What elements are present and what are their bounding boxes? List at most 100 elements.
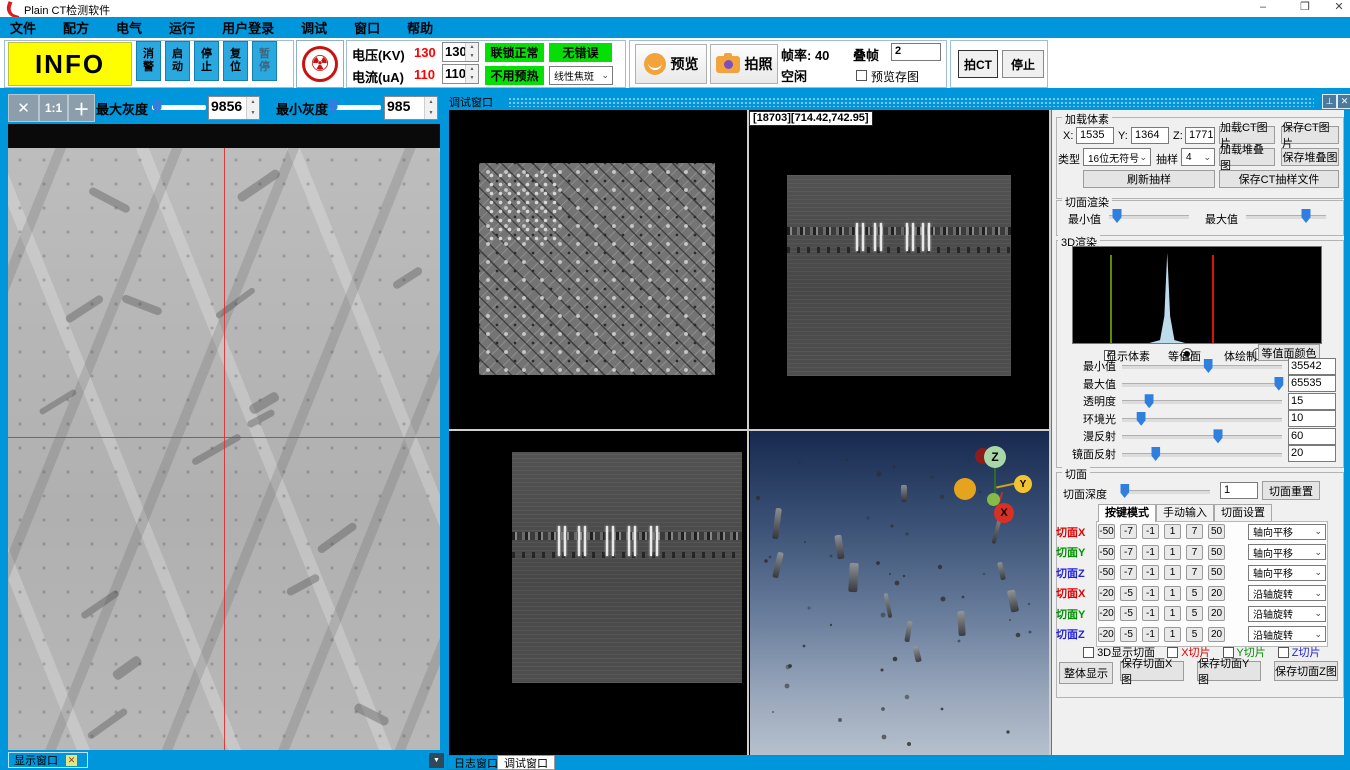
pin-icon[interactable]: ⊥	[1322, 94, 1337, 109]
step-button-slice-z-move-4[interactable]: 7	[1186, 565, 1203, 580]
mode-select-slice-y-rotate[interactable]: 沿轴旋转	[1248, 606, 1326, 622]
sample-rate-select[interactable]: 4	[1181, 148, 1215, 166]
spinner-arrows[interactable]	[246, 97, 259, 119]
slice-depth-input[interactable]: 1	[1220, 482, 1258, 499]
x-size-input[interactable]: 1535	[1076, 127, 1114, 144]
menu-item-run[interactable]: 运行	[169, 18, 195, 37]
step-button-slice-x-move-5[interactable]: 50	[1208, 524, 1225, 539]
slider-max-value[interactable]	[1122, 377, 1282, 391]
step-button-slice-x-move-1[interactable]: -7	[1120, 524, 1137, 539]
tab-close-icon[interactable]: ✕	[66, 755, 77, 766]
menu-item-file[interactable]: 文件	[10, 18, 36, 37]
step-button-slice-y-move-1[interactable]: -7	[1120, 545, 1137, 560]
spin-up-icon[interactable]	[247, 97, 259, 108]
focus-mode-select[interactable]: 线性焦斑	[549, 66, 613, 85]
spin-up-icon[interactable]	[466, 43, 478, 52]
slider-diffuse[interactable]	[1122, 429, 1282, 443]
reset-button[interactable]: 复位	[223, 41, 248, 81]
axis-y-handle[interactable]: Y	[1014, 475, 1032, 493]
menu-item-help[interactable]: 帮助	[407, 18, 433, 37]
step-button-slice-y-move-0[interactable]: -50	[1098, 545, 1115, 560]
axis-z-handle[interactable]: Z	[984, 446, 1006, 468]
slice-depth-slider[interactable]	[1116, 484, 1216, 498]
show-all-button[interactable]: 整体显示	[1059, 662, 1113, 684]
step-button-slice-y-move-3[interactable]: 1	[1164, 545, 1181, 560]
step-button-slice-z-move-0[interactable]: -50	[1098, 565, 1115, 580]
spin-down-icon[interactable]	[466, 74, 478, 83]
histogram-max-marker[interactable]	[1212, 255, 1214, 343]
menu-item-recipe[interactable]: 配方	[63, 18, 89, 37]
refresh-sample-button[interactable]: 刷新抽样	[1083, 170, 1215, 188]
save-stack-button[interactable]: 保存堆叠图	[1281, 148, 1339, 166]
step-button-slice-x-move-0[interactable]: -50	[1098, 524, 1115, 539]
save-ct-image-button[interactable]: 保存CT图片	[1281, 126, 1339, 144]
max-gray-slider[interactable]	[152, 96, 206, 120]
clear-alarm-button[interactable]: 消警	[136, 41, 161, 81]
stop-machine-button[interactable]: 停止	[194, 41, 219, 81]
slider-value-min-value[interactable]: 35542	[1288, 358, 1336, 375]
step-button-slice-x-move-3[interactable]: 1	[1164, 524, 1181, 539]
step-button-slice-y-move-5[interactable]: 50	[1208, 545, 1225, 560]
preview-button[interactable]: 预览	[635, 44, 707, 84]
slider-thumb[interactable]	[153, 99, 162, 114]
volume-3d-view[interactable]: Z Y X	[750, 431, 1050, 755]
slider-thumb[interactable]	[1302, 209, 1311, 223]
slider-min-value[interactable]	[1122, 359, 1282, 373]
slice-reset-button[interactable]: 切面重置	[1262, 481, 1320, 500]
step-button-slice-x-rotate-5[interactable]: 20	[1208, 586, 1225, 601]
mode-select-slice-x-rotate[interactable]: 沿轴旋转	[1248, 585, 1326, 601]
menu-item-debug[interactable]: 调试	[301, 18, 327, 37]
mode-select-slice-y-move[interactable]: 轴向平移	[1248, 544, 1326, 560]
transfer-function-histogram[interactable]	[1072, 246, 1322, 344]
fit-view-icon[interactable]: ✕	[8, 94, 39, 122]
spinner-arrows[interactable]	[424, 97, 437, 119]
step-button-slice-y-move-4[interactable]: 7	[1186, 545, 1203, 560]
slider-thumb[interactable]	[1274, 377, 1283, 391]
slider-value-max-value[interactable]: 65535	[1288, 375, 1336, 392]
slider-ambient-light[interactable]	[1122, 412, 1282, 426]
spin-down-icon[interactable]	[466, 52, 478, 61]
spin-down-icon[interactable]	[425, 108, 437, 119]
slider-thumb[interactable]	[1113, 209, 1122, 223]
one-to-one-zoom-button[interactable]: 1:1	[39, 94, 68, 122]
y-size-input[interactable]: 1364	[1131, 127, 1169, 144]
tab-key-mode[interactable]: 按键模式	[1098, 504, 1156, 522]
photo-button[interactable]: 拍照	[710, 44, 778, 84]
crosshair-icon[interactable]: ＋	[68, 94, 95, 122]
step-button-slice-x-move-2[interactable]: -1	[1142, 524, 1159, 539]
stack-frames-input[interactable]: 2	[891, 43, 941, 61]
spinner-arrows[interactable]	[465, 65, 478, 83]
slider-specular[interactable]	[1122, 447, 1282, 461]
preview-save-checkbox[interactable]	[856, 70, 867, 81]
step-button-slice-x-rotate-4[interactable]: 5	[1186, 586, 1203, 601]
menu-item-electrical[interactable]: 电气	[116, 18, 142, 37]
start-button[interactable]: 启动	[165, 41, 190, 81]
save-slice-z-button[interactable]: 保存切面Z图	[1274, 661, 1338, 681]
axis-x-handle[interactable]: X	[994, 503, 1014, 523]
mode-select-slice-z-move[interactable]: 轴向平移	[1248, 565, 1326, 581]
slice-render-min-slider[interactable]	[1103, 209, 1195, 223]
ct-slice-xz-view[interactable]	[787, 175, 1011, 376]
slider-value-diffuse[interactable]: 60	[1288, 428, 1336, 445]
slider-thumb[interactable]	[1151, 447, 1160, 461]
spinner-arrows[interactable]	[465, 43, 478, 61]
z-size-input[interactable]: 1771	[1185, 127, 1215, 144]
max-gray-spinner[interactable]: 9856	[208, 96, 260, 120]
tab-list-dropdown-button[interactable]: ▼	[429, 753, 444, 768]
slider-thumb[interactable]	[1137, 412, 1146, 426]
show-3d-slice-checkbox[interactable]	[1083, 647, 1094, 658]
close-button[interactable]: ✕	[1324, 0, 1350, 16]
slider-thumb[interactable]	[329, 99, 338, 114]
xray-on-button[interactable]: ☢	[296, 40, 344, 88]
step-button-slice-y-rotate-5[interactable]: 20	[1208, 606, 1225, 621]
min-gray-spinner[interactable]: 985	[384, 96, 438, 120]
stop-ct-button[interactable]: 停止	[1002, 50, 1044, 78]
slider-value-specular[interactable]: 20	[1288, 445, 1336, 462]
step-button-slice-x-rotate-1[interactable]: -5	[1120, 586, 1137, 601]
shoot-ct-button[interactable]: 拍CT	[958, 50, 998, 78]
tab-slice-settings[interactable]: 切面设置	[1214, 504, 1272, 522]
step-button-slice-z-rotate-0[interactable]: -20	[1098, 627, 1115, 642]
slider-thumb[interactable]	[1145, 394, 1154, 408]
histogram-min-marker[interactable]	[1110, 255, 1112, 343]
step-button-slice-z-rotate-3[interactable]: 1	[1164, 627, 1181, 642]
